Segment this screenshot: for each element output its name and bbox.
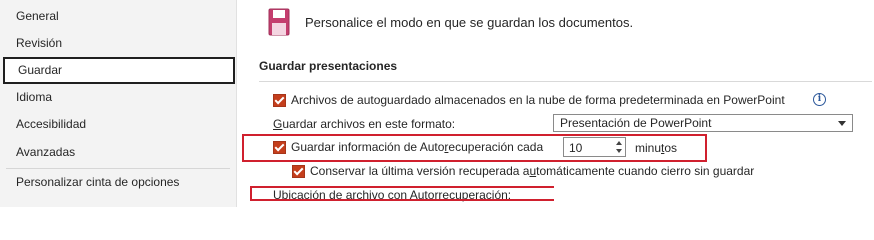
page-description: Personalice el modo en que se guardan lo… — [305, 15, 634, 30]
save-icon — [268, 8, 290, 36]
options-sidebar: General Revisión Guardar Idioma Accesibi… — [0, 0, 237, 207]
section-divider — [259, 81, 872, 82]
sidebar-item-revision[interactable]: Revisión — [0, 30, 235, 57]
keep-last-version-label: Conservar la última versión recuperada a… — [310, 164, 755, 178]
location-highlight-top — [250, 186, 554, 188]
cloud-autosave-checkbox[interactable] — [273, 94, 286, 107]
sidebar-item-personalizar-cinta[interactable]: Personalizar cinta de opciones — [0, 169, 235, 196]
chevron-down-icon — [838, 121, 846, 126]
cloud-autosave-label: Archivos de autoguardado almacenados en … — [291, 93, 785, 107]
sidebar-item-idioma[interactable]: Idioma — [0, 84, 235, 111]
location-highlight-left — [250, 186, 252, 201]
sidebar-item-accesibilidad[interactable]: Accesibilidad — [0, 111, 235, 138]
cloud-autosave-option: Archivos de autoguardado almacenados en … — [273, 93, 833, 107]
sidebar-item-avanzadas[interactable]: Avanzadas — [0, 139, 235, 166]
save-options-panel: Personalice el modo en que se guardan lo… — [237, 0, 874, 207]
section-title: Guardar presentaciones — [259, 59, 398, 73]
save-format-dropdown[interactable]: Presentación de PowerPoint — [553, 114, 853, 132]
sidebar-item-guardar[interactable]: Guardar — [3, 57, 235, 84]
autorecover-highlight-box — [242, 134, 707, 162]
keep-last-version-checkbox[interactable] — [292, 165, 305, 178]
location-highlight-bottom — [250, 199, 554, 201]
keep-last-version-option: Conservar la última versión recuperada a… — [292, 164, 812, 178]
info-icon[interactable]: i — [813, 93, 826, 106]
sidebar-item-general[interactable]: General — [0, 3, 235, 30]
save-format-value: Presentación de PowerPoint — [560, 116, 712, 130]
save-format-label: Guardar archivos en este formato: — [273, 117, 456, 131]
